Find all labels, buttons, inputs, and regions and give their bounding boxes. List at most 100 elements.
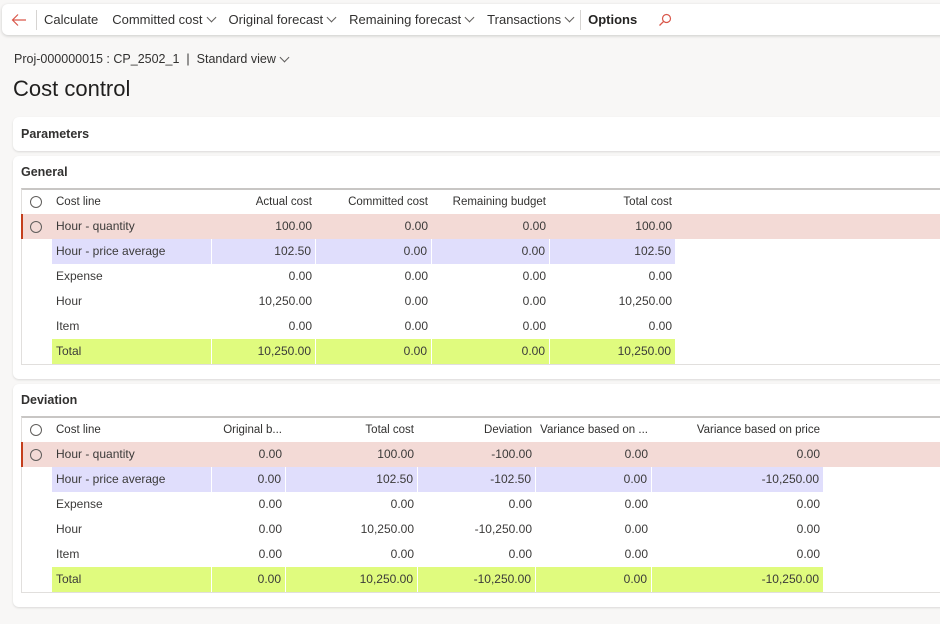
- back-arrow-icon: [11, 13, 26, 26]
- deviation-title[interactable]: Deviation: [13, 384, 940, 416]
- deviation-cell: -10,250.00: [418, 567, 536, 592]
- parameters-title[interactable]: Parameters: [13, 117, 940, 151]
- page-title: Cost control: [13, 76, 131, 101]
- original-budget-cell: 0.00: [258, 497, 282, 511]
- total-cost-cell: 10,250.00: [286, 567, 418, 592]
- deviation-fasttab: Deviation Cost line Original b... Total …: [13, 384, 940, 607]
- column-header-remaining-budget[interactable]: Remaining budget: [432, 190, 550, 214]
- committed-cost-cell: 0.00: [404, 269, 428, 283]
- cost-line-cell: Total: [52, 339, 212, 364]
- total-cost-cell: 10,250.00: [550, 339, 676, 364]
- committed-cost-cell: 0.00: [316, 339, 432, 364]
- column-header-cost-line[interactable]: Cost line: [52, 418, 212, 442]
- breadcrumb: Proj-000000015 : CP_2502_1 | Standard vi…: [14, 52, 290, 66]
- table-row[interactable]: Hour - price average 102.50 0.00 0.00 10…: [22, 239, 940, 264]
- total-cost-cell: 102.50: [550, 239, 676, 264]
- cost-line-cell: Hour: [56, 294, 83, 308]
- remaining-budget-cell: 0.00: [432, 339, 550, 364]
- calculate-button[interactable]: Calculate: [37, 4, 105, 35]
- table-row[interactable]: Expense 0.00 0.00 0.00 0.00 0.00: [22, 492, 940, 517]
- cost-line-cell: Item: [56, 547, 80, 561]
- original-budget-cell: 0.00: [258, 447, 282, 461]
- deviation-cell: 0.00: [508, 497, 532, 511]
- variance-price-cell: 0.00: [796, 547, 820, 561]
- row-select-radio[interactable]: [30, 448, 42, 461]
- remaining-forecast-menu[interactable]: Remaining forecast: [342, 4, 480, 35]
- committed-cost-menu[interactable]: Committed cost: [105, 4, 221, 35]
- view-selector[interactable]: Standard view: [197, 52, 290, 66]
- options-label: Options: [588, 12, 638, 27]
- general-title[interactable]: General: [13, 156, 940, 188]
- table-row-total[interactable]: Total 0.00 10,250.00 -10,250.00 0.00 -10…: [22, 567, 940, 592]
- total-cost-cell: 0.00: [648, 269, 672, 283]
- cost-line-cell: Expense: [56, 497, 103, 511]
- remaining-budget-cell: 0.00: [432, 239, 550, 264]
- transactions-menu[interactable]: Transactions: [480, 4, 580, 35]
- column-header-original-budget[interactable]: Original b...: [212, 418, 286, 442]
- chevron-down-icon: [326, 12, 337, 23]
- table-row-total[interactable]: Total 10,250.00 0.00 0.00 10,250.00: [22, 339, 940, 364]
- search-button[interactable]: [650, 4, 680, 35]
- select-all-radio[interactable]: [30, 424, 42, 436]
- grid-header-row: Cost line Original b... Total cost Devia…: [22, 418, 940, 442]
- general-grid: Cost line Actual cost Committed cost Rem…: [21, 188, 940, 365]
- column-header-total-cost[interactable]: Total cost: [550, 190, 676, 214]
- total-cost-cell: 10,250.00: [618, 294, 672, 308]
- total-cost-cell: 100.00: [635, 219, 672, 233]
- grid-header-row: Cost line Actual cost Committed cost Rem…: [22, 190, 940, 214]
- cost-line-cell: Hour - quantity: [56, 219, 135, 233]
- actual-cost-cell: 0.00: [288, 269, 312, 283]
- variance-quantity-cell: 0.00: [624, 522, 648, 536]
- options-button[interactable]: Options: [581, 4, 644, 35]
- back-button[interactable]: [2, 4, 36, 35]
- actual-cost-cell: 10,250.00: [258, 294, 312, 308]
- calculate-label: Calculate: [44, 12, 99, 27]
- remaining-budget-cell: 0.00: [522, 319, 546, 333]
- row-select-radio[interactable]: [30, 220, 42, 233]
- column-header-committed-cost[interactable]: Committed cost: [316, 190, 432, 214]
- total-cost-cell: 100.00: [377, 447, 414, 461]
- deviation-cell: 0.00: [508, 547, 532, 561]
- table-row[interactable]: Hour 0.00 10,250.00 -10,250.00 0.00 0.00: [22, 517, 940, 542]
- table-row[interactable]: Hour - price average 0.00 102.50 -102.50…: [22, 467, 940, 492]
- cost-line-cell: Hour - quantity: [56, 447, 135, 461]
- deviation-cell: -100.00: [491, 447, 532, 461]
- total-cost-cell: 0.00: [390, 497, 414, 511]
- search-icon: [659, 13, 672, 26]
- remaining-budget-cell: 0.00: [522, 269, 546, 283]
- transactions-label: Transactions: [487, 12, 562, 27]
- remaining-budget-cell: 0.00: [522, 294, 546, 308]
- variance-quantity-cell: 0.00: [624, 447, 648, 461]
- column-header-cost-line[interactable]: Cost line: [52, 190, 212, 214]
- chevron-down-icon: [564, 12, 575, 23]
- column-header-variance-quantity[interactable]: Variance based on ...: [536, 418, 652, 442]
- variance-price-cell: 0.00: [796, 497, 820, 511]
- column-header-actual-cost[interactable]: Actual cost: [212, 190, 316, 214]
- deviation-grid: Cost line Original b... Total cost Devia…: [21, 416, 940, 593]
- table-row[interactable]: Hour 10,250.00 0.00 0.00 10,250.00: [22, 289, 940, 314]
- table-row[interactable]: Expense 0.00 0.00 0.00 0.00: [22, 264, 940, 289]
- committed-cost-cell: 0.00: [404, 219, 428, 233]
- original-forecast-menu[interactable]: Original forecast: [222, 4, 343, 35]
- variance-price-cell: -10,250.00: [652, 467, 824, 492]
- total-cost-cell: 0.00: [648, 319, 672, 333]
- table-row[interactable]: Item 0.00 0.00 0.00 0.00: [22, 314, 940, 339]
- column-header-variance-price[interactable]: Variance based on price: [652, 418, 824, 442]
- variance-price-cell: 0.00: [796, 447, 820, 461]
- variance-quantity-cell: 0.00: [624, 547, 648, 561]
- variance-quantity-cell: 0.00: [536, 567, 652, 592]
- original-budget-cell: 0.00: [258, 547, 282, 561]
- table-row[interactable]: Hour - quantity 0.00 100.00 -100.00 0.00…: [21, 442, 940, 467]
- cost-line-cell: Hour: [56, 522, 83, 536]
- column-header-deviation[interactable]: Deviation: [418, 418, 536, 442]
- remaining-budget-cell: 0.00: [522, 219, 546, 233]
- select-all-radio[interactable]: [30, 196, 42, 208]
- original-forecast-label: Original forecast: [228, 12, 324, 27]
- actual-cost-cell: 0.00: [288, 319, 312, 333]
- chevron-down-icon: [206, 12, 216, 23]
- table-row[interactable]: Item 0.00 0.00 0.00 0.00 0.00: [22, 542, 940, 567]
- parameters-fasttab[interactable]: Parameters: [13, 117, 940, 151]
- column-header-total-cost[interactable]: Total cost: [286, 418, 418, 442]
- actual-cost-cell: 10,250.00: [212, 339, 316, 364]
- table-row[interactable]: Hour - quantity 100.00 0.00 0.00 100.00: [21, 214, 940, 239]
